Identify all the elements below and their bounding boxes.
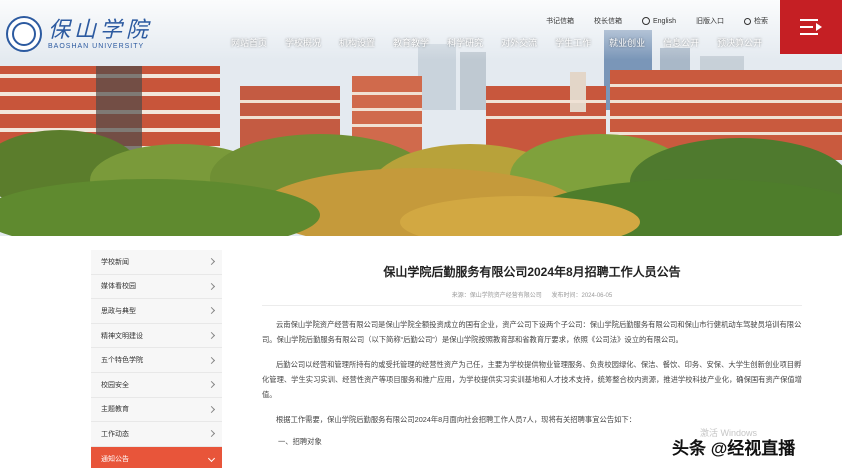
nav-overview[interactable]: 学校概况 bbox=[276, 34, 330, 51]
sidebar-item-label: 精神文明建设 bbox=[101, 332, 143, 340]
sidebar-item-label: 五个特色学院 bbox=[101, 357, 143, 365]
sidebar-item-featured-colleges[interactable]: 五个特色学院 bbox=[91, 348, 222, 373]
nav-employment[interactable]: 就业创业 bbox=[600, 34, 654, 51]
sidebar-item-label: 媒体看校园 bbox=[101, 283, 136, 291]
sidebar-item-label: 校园安全 bbox=[101, 381, 129, 389]
platform-watermark: 头条 @经视直播 bbox=[672, 439, 796, 458]
sidebar-item-label: 学校新闻 bbox=[101, 258, 129, 266]
chevron-right-icon bbox=[207, 258, 216, 266]
article-meta: 来源：保山学院资产经营有限公司 发布时间：2024-06-05 bbox=[262, 290, 802, 299]
old-version-link[interactable]: 旧版入口 bbox=[696, 16, 724, 26]
article-paragraph: 根据工作需要，保山学院后勤服务有限公司2024年8月面向社会招聘工作人员7人，现… bbox=[276, 415, 637, 424]
top-links: 书记信箱 校长信箱 English 旧版入口 检索 bbox=[546, 16, 768, 26]
nav-info-disclosure[interactable]: 信息公开 bbox=[654, 34, 708, 51]
menu-button[interactable] bbox=[780, 0, 842, 54]
chevron-right-icon bbox=[207, 282, 216, 290]
globe-icon bbox=[642, 17, 650, 25]
logo-english-name: BAOSHAN UNIVERSITY bbox=[48, 42, 145, 50]
sidebar-item-label: 工作动态 bbox=[101, 430, 129, 438]
nav-student-work[interactable]: 学生工作 bbox=[546, 34, 600, 51]
content-area: 学校新闻 媒体看校园 思政与典型 精神文明建设 五个特色学院 校园安全 主题教育 bbox=[0, 236, 842, 468]
article-paragraph: 云南保山学院资产经营有限公司是保山学院全额投资成立的国有企业，资产公司下设两个子… bbox=[262, 320, 802, 344]
search-icon bbox=[743, 17, 751, 25]
chevron-down-icon bbox=[207, 455, 216, 463]
nav-budget[interactable]: 预决算公开 bbox=[708, 34, 771, 51]
sidebar-item-notices[interactable]: 通知公告 bbox=[91, 446, 222, 468]
sidebar-item-label: 主题教育 bbox=[101, 406, 129, 414]
chevron-right-icon bbox=[207, 307, 216, 315]
article: 保山学院后勤服务有限公司2024年8月招聘工作人员公告 来源：保山学院资产经营有… bbox=[262, 236, 802, 447]
menu-icon bbox=[800, 19, 822, 35]
sidebar-item-campus-safety[interactable]: 校园安全 bbox=[91, 372, 222, 398]
chevron-right-icon bbox=[207, 356, 216, 364]
hero-banner: 保山学院 BAOSHAN UNIVERSITY 书记信箱 校长信箱 Englis… bbox=[0, 0, 842, 236]
nav-departments[interactable]: 机构设置 bbox=[330, 34, 384, 51]
chevron-right-icon bbox=[207, 381, 216, 389]
sidebar-item-ideology[interactable]: 思政与典型 bbox=[91, 299, 222, 324]
article-source: 来源：保山学院资产经营有限公司 bbox=[451, 293, 542, 299]
article-title: 保山学院后勤服务有限公司2024年8月招聘工作人员公告 bbox=[383, 265, 681, 279]
article-date: 发布时间：2024-06-05 bbox=[551, 293, 613, 299]
main-nav: 网站首页 学校概况 机构设置 教育教学 科学研究 对外交流 学生工作 就业创业 … bbox=[222, 34, 771, 51]
sidebar-item-civilization[interactable]: 精神文明建设 bbox=[91, 323, 222, 349]
chevron-right-icon bbox=[207, 332, 216, 340]
sidebar-item-media[interactable]: 媒体看校园 bbox=[91, 274, 222, 300]
chevron-right-icon bbox=[207, 430, 216, 438]
english-link[interactable]: English bbox=[642, 16, 676, 26]
nav-home[interactable]: 网站首页 bbox=[222, 34, 276, 51]
article-paragraph: 后勤公司以经营和管理所持有的或受托管理的经营性资产为己任，主要为学校提供物业管理… bbox=[262, 360, 802, 399]
sidebar-item-school-news[interactable]: 学校新闻 bbox=[91, 250, 222, 275]
nav-exchange[interactable]: 对外交流 bbox=[492, 34, 546, 51]
university-seal-icon bbox=[6, 16, 42, 52]
sidebar-item-label: 通知公告 bbox=[101, 455, 129, 463]
chevron-right-icon bbox=[207, 405, 216, 413]
sidebar-item-theme-education[interactable]: 主题教育 bbox=[91, 397, 222, 423]
nav-teaching[interactable]: 教育教学 bbox=[384, 34, 438, 51]
sidebar-item-label: 思政与典型 bbox=[101, 307, 136, 315]
sidebar: 学校新闻 媒体看校园 思政与典型 精神文明建设 五个特色学院 校园安全 主题教育 bbox=[91, 250, 222, 468]
nav-research[interactable]: 科学研究 bbox=[438, 34, 492, 51]
president-mailbox-link[interactable]: 校长信箱 bbox=[594, 16, 622, 26]
divider bbox=[262, 305, 802, 306]
secretary-mailbox-link[interactable]: 书记信箱 bbox=[546, 16, 574, 26]
sidebar-item-work-updates[interactable]: 工作动态 bbox=[91, 422, 222, 447]
logo-chinese-name: 保山学院 bbox=[48, 17, 153, 43]
site-logo[interactable]: 保山学院 BAOSHAN UNIVERSITY bbox=[6, 14, 152, 54]
search-link[interactable]: 检索 bbox=[743, 16, 768, 26]
